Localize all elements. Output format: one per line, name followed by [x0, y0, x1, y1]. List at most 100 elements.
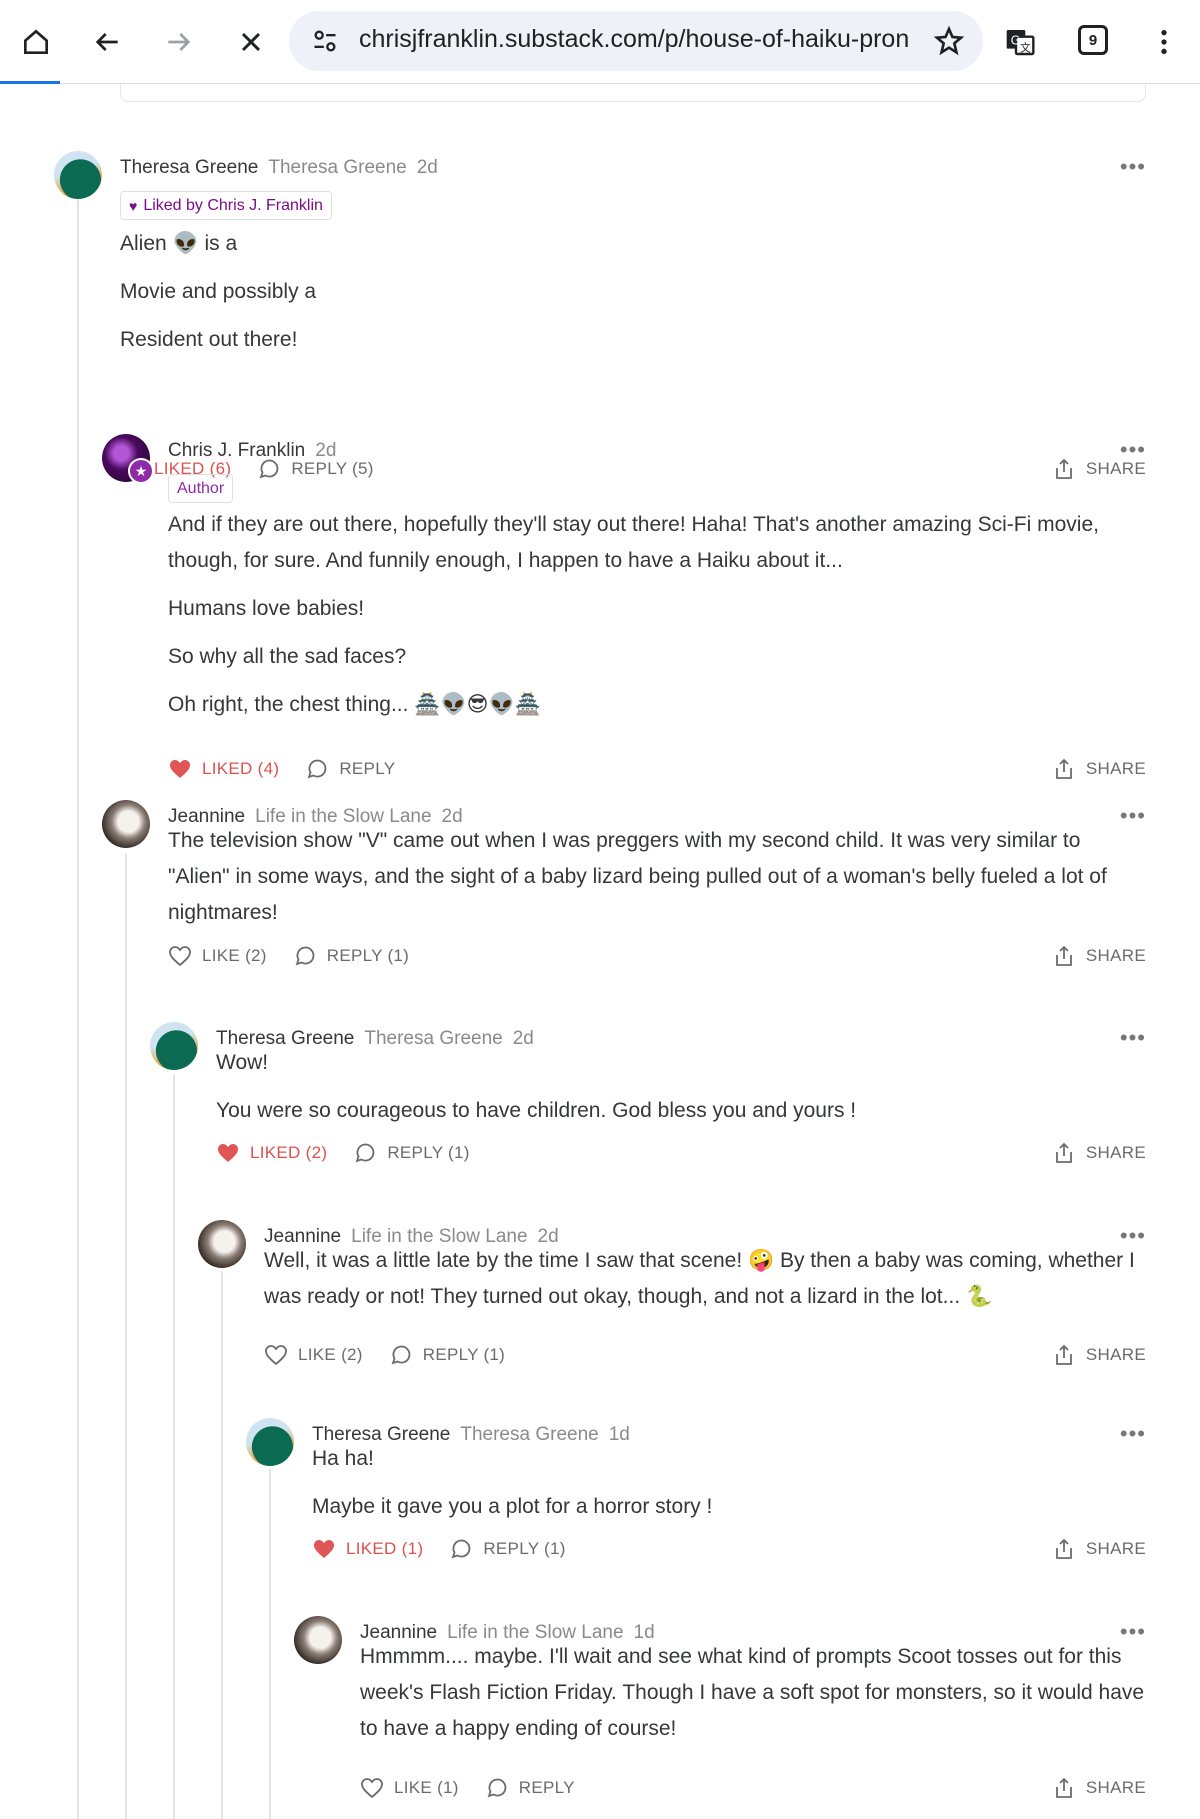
liked-by-author-badge: ♥ Liked by Chris J. Franklin: [120, 191, 332, 220]
comment-actions: LIKED (2) REPLY (1) SHARE: [216, 1138, 1146, 1168]
paragraph: The television show "V" came out when I …: [168, 829, 1107, 924]
reply-button[interactable]: REPLY: [305, 757, 395, 781]
comment-body: Hmmmm.... maybe. I'll wait and see what …: [360, 1639, 1146, 1759]
share-icon: [1056, 1344, 1072, 1365]
like-button[interactable]: LIKE (2): [264, 1343, 363, 1367]
share-button[interactable]: SHARE: [1052, 757, 1146, 781]
comment: ★ Chris J. Franklin 2d ••• Author And if…: [102, 434, 1146, 779]
like-button[interactable]: LIKED (1): [312, 1537, 423, 1561]
reply-label: REPLY: [518, 1778, 575, 1797]
timestamp[interactable]: 2d: [417, 157, 438, 179]
comment-body: Ha ha! Maybe it gave you a plot for a ho…: [312, 1441, 1146, 1537]
author-name[interactable]: Chris J. Franklin: [168, 440, 305, 462]
comment-icon: [307, 759, 327, 779]
comments-section: Theresa Greene Theresa Greene 2d ••• ♥ L…: [0, 84, 1200, 1819]
reply-button[interactable]: REPLY (1): [449, 1537, 565, 1561]
heart-icon: [314, 1540, 334, 1558]
avatar[interactable]: [294, 1616, 342, 1664]
avatar[interactable]: [54, 151, 102, 199]
reply-button[interactable]: REPLY (1): [293, 944, 409, 968]
comment: Jeannine Life in the Slow Lane 2d ••• We…: [198, 1220, 1146, 1392]
share-button[interactable]: SHARE: [1052, 1141, 1146, 1165]
browser-toolbar: chrisjfranklin.substack.com/p/house-of-h…: [0, 0, 1200, 84]
share-icon: [1056, 945, 1072, 966]
reply-label: REPLY: [339, 759, 396, 778]
thread-line: [77, 194, 79, 1819]
thread-line: [173, 1074, 175, 1819]
tabs-icon[interactable]: 9: [1078, 25, 1108, 55]
share-icon: [1056, 1538, 1072, 1559]
reply-button[interactable]: REPLY (1): [353, 1141, 469, 1165]
comment-icon: [391, 1345, 411, 1365]
share-label: SHARE: [1085, 1345, 1146, 1364]
reply-button[interactable]: REPLY (1): [389, 1343, 505, 1367]
avatar[interactable]: [150, 1022, 198, 1070]
comment-actions: LIKE (2) REPLY (1) SHARE: [264, 1340, 1146, 1370]
translate-icon[interactable]: G文: [994, 16, 1046, 68]
avatar[interactable]: [198, 1220, 246, 1268]
comment-body: Wow! You were so courageous to have chil…: [216, 1045, 1146, 1141]
comment: Theresa Greene Theresa Greene 1d ••• Ha …: [246, 1418, 1146, 1590]
share-button[interactable]: SHARE: [1052, 1776, 1146, 1800]
more-icon[interactable]: •••: [1120, 439, 1146, 461]
paragraph: Well, it was a little late by the time I…: [264, 1249, 1135, 1308]
share-label: SHARE: [1085, 1778, 1146, 1797]
paragraph: Wow!: [216, 1051, 269, 1074]
share-label: SHARE: [1085, 1539, 1146, 1558]
heart-icon: [170, 760, 190, 778]
comment-body: Well, it was a little late by the time I…: [264, 1243, 1146, 1327]
reply-label: REPLY (1): [422, 1345, 506, 1364]
like-label: LIKED (2): [250, 1143, 328, 1162]
avatar[interactable]: [246, 1418, 294, 1466]
heart-icon: ♥: [129, 197, 138, 214]
menu-icon[interactable]: [1138, 16, 1190, 68]
author-star-icon: ★: [128, 458, 154, 484]
paragraph: Movie and possibly a: [120, 280, 317, 303]
like-label: LIKE (1): [394, 1778, 459, 1797]
share-button[interactable]: SHARE: [1052, 944, 1146, 968]
forward-icon[interactable]: [153, 16, 205, 68]
comment-meta: Theresa Greene Theresa Greene 2d: [120, 153, 438, 183]
back-icon[interactable]: [81, 16, 133, 68]
share-icon: [1056, 758, 1072, 779]
site-settings-icon[interactable]: [311, 27, 339, 55]
reply-label: REPLY (1): [387, 1143, 470, 1162]
share-icon: [1056, 1142, 1072, 1163]
like-button[interactable]: LIKE (1): [360, 1776, 459, 1800]
like-button[interactable]: LIKED (4): [168, 757, 279, 781]
share-label: SHARE: [1085, 1143, 1146, 1162]
timestamp[interactable]: 2d: [315, 440, 336, 462]
reply-button[interactable]: REPLY: [485, 1776, 575, 1800]
heart-icon: [265, 1345, 287, 1366]
paragraph: Ha ha!: [312, 1447, 374, 1470]
publication-name[interactable]: Theresa Greene: [268, 157, 406, 179]
comment-body: And if they are out there, hopefully the…: [168, 507, 1146, 735]
author-name[interactable]: Theresa Greene: [120, 157, 258, 179]
reply-label: REPLY (1): [483, 1539, 566, 1558]
star-icon[interactable]: [933, 25, 965, 57]
like-label: LIKE (2): [202, 946, 267, 965]
comment-icon: [487, 1778, 507, 1798]
comment-body: The television show "V" came out when I …: [168, 823, 1146, 943]
comment-meta: Chris J. Franklin 2d: [168, 436, 336, 466]
comment-actions: LIKED (4) REPLY SHARE: [168, 754, 1146, 784]
close-icon[interactable]: [225, 16, 277, 68]
like-button[interactable]: LIKE (2): [168, 944, 267, 968]
thread-line: [221, 1271, 223, 1819]
comment: Theresa Greene Theresa Greene 2d ••• Wow…: [150, 1022, 1146, 1204]
like-button[interactable]: LIKED (2): [216, 1141, 327, 1165]
address-bar[interactable]: chrisjfranklin.substack.com/p/house-of-h…: [289, 11, 983, 71]
paragraph: Maybe it gave you a plot for a horror st…: [312, 1495, 713, 1518]
url-text[interactable]: chrisjfranklin.substack.com/p/house-of-h…: [359, 25, 919, 54]
share-button[interactable]: SHARE: [1052, 1343, 1146, 1367]
share-button[interactable]: SHARE: [1052, 1537, 1146, 1561]
comment: Jeannine Life in the Slow Lane 1d ••• Hm…: [294, 1616, 1146, 1818]
like-label: LIKED (4): [202, 759, 280, 778]
comment-body: Alien 👽 is a Movie and possibly a Reside…: [120, 226, 1146, 370]
more-icon[interactable]: •••: [1120, 156, 1146, 178]
avatar[interactable]: [102, 800, 150, 848]
home-icon[interactable]: [10, 16, 62, 68]
share-label: SHARE: [1085, 946, 1146, 965]
paragraph: Alien 👽 is a: [120, 232, 238, 255]
paragraph: Humans love babies!: [168, 597, 365, 620]
